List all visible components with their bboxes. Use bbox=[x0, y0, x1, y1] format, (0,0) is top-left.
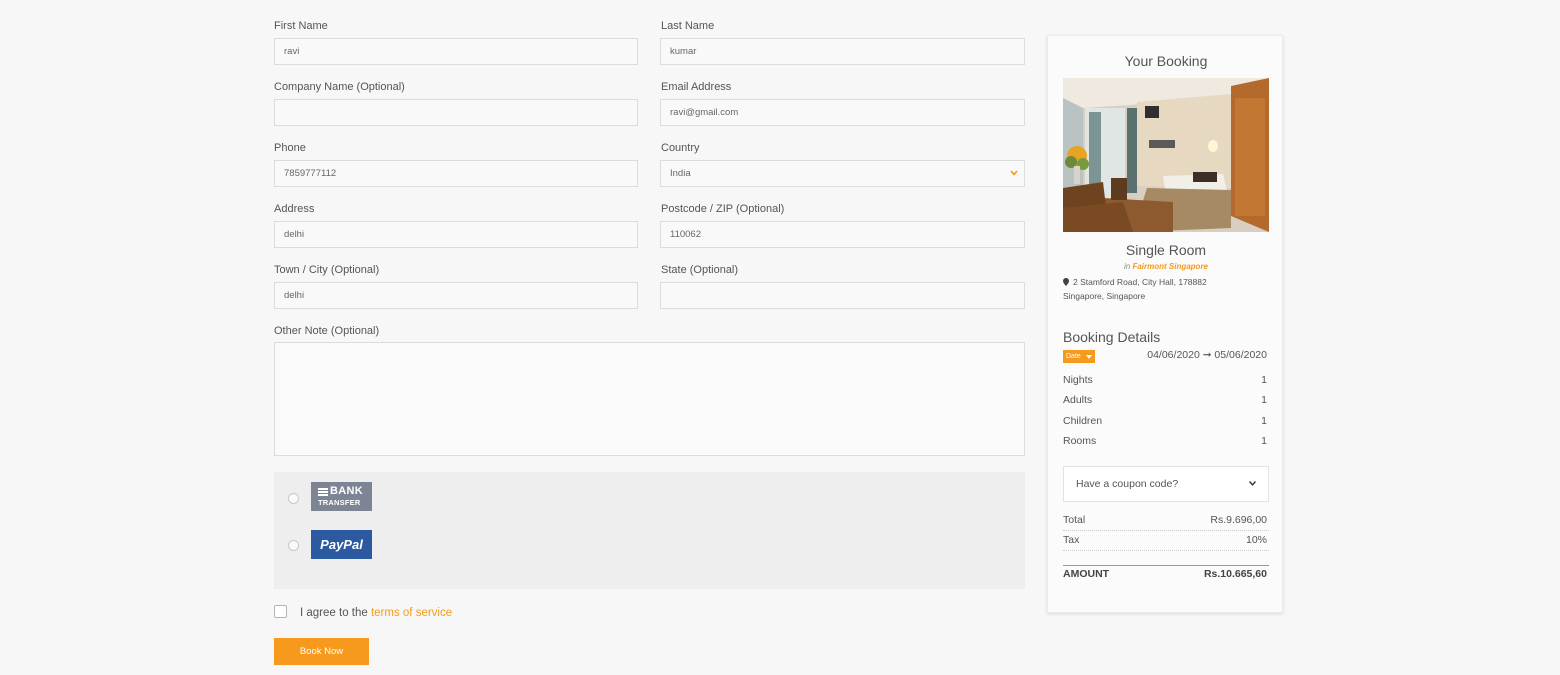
town-label: Town / City (Optional) bbox=[274, 264, 380, 276]
hotel-address: 2 Stamford Road, City Hall, 178882 Singa… bbox=[1063, 275, 1263, 303]
hotel-name[interactable]: Fairmont Singapore bbox=[1132, 262, 1208, 271]
terms-text: I agree to the terms of service bbox=[300, 607, 452, 619]
room-name: Single Room bbox=[1125, 242, 1207, 258]
payment-methods bbox=[274, 472, 1025, 589]
booking-dates: 04/06/2020 ➞ 05/06/2020 bbox=[1147, 349, 1267, 361]
phone-input[interactable]: 7859777112 bbox=[274, 160, 638, 187]
bank-logo-text: BANK bbox=[330, 485, 363, 497]
tax-label: Tax bbox=[1063, 534, 1080, 546]
bank-logo-subtext: TRANSFER bbox=[318, 498, 361, 507]
date-badge[interactable]: Date bbox=[1063, 350, 1095, 363]
address-line1: 2 Stamford Road, City Hall, 178882 bbox=[1073, 277, 1207, 287]
bank-icon bbox=[318, 488, 328, 496]
map-pin-icon bbox=[1063, 278, 1069, 286]
paypal-logo[interactable]: PayPal bbox=[311, 530, 372, 559]
total-value: Rs.9.696,00 bbox=[1210, 514, 1267, 526]
divider bbox=[1063, 550, 1269, 551]
amount-value: Rs.10.665,60 bbox=[1203, 568, 1267, 580]
first-name-input[interactable]: ravi bbox=[274, 38, 638, 65]
address-label: Address bbox=[274, 203, 315, 215]
last-name-input[interactable]: kumar bbox=[660, 38, 1025, 65]
postcode-label: Postcode / ZIP (Optional) bbox=[661, 203, 785, 215]
note-label: Other Note (Optional) bbox=[274, 325, 380, 337]
paypal-radio[interactable] bbox=[288, 540, 299, 551]
children-label: Children bbox=[1063, 415, 1103, 427]
rooms-label: Rooms bbox=[1063, 435, 1097, 447]
coupon-toggle[interactable]: Have a coupon code? bbox=[1063, 466, 1269, 502]
chevron-down-icon bbox=[1010, 170, 1018, 176]
company-input[interactable] bbox=[274, 99, 638, 126]
state-label: State (Optional) bbox=[661, 264, 739, 276]
tax-value: 10% bbox=[1245, 534, 1267, 546]
terms-prefix: I agree to the bbox=[300, 607, 371, 619]
terms-link[interactable]: terms of service bbox=[371, 607, 452, 619]
booking-details-title: Booking Details bbox=[1063, 329, 1161, 345]
phone-label: Phone bbox=[274, 142, 306, 154]
nights-value: 1 bbox=[1261, 374, 1267, 386]
children-value: 1 bbox=[1261, 415, 1267, 427]
address-input[interactable]: delhi bbox=[274, 221, 638, 248]
caret-down-icon bbox=[1086, 355, 1092, 359]
coupon-label: Have a coupon code? bbox=[1076, 478, 1179, 490]
rooms-value: 1 bbox=[1261, 435, 1267, 447]
last-name-label: Last Name bbox=[661, 20, 715, 32]
country-label: Country bbox=[661, 142, 700, 154]
room-photo bbox=[1063, 78, 1269, 232]
terms-checkbox[interactable] bbox=[274, 605, 287, 618]
divider bbox=[1063, 565, 1269, 566]
booking-title: Your Booking bbox=[1124, 53, 1208, 69]
bank-transfer-radio[interactable] bbox=[288, 493, 299, 504]
postcode-input[interactable]: 110062 bbox=[660, 221, 1025, 248]
total-label: Total bbox=[1063, 514, 1086, 526]
amount-label: AMOUNT bbox=[1063, 568, 1110, 580]
hotel-line: in Fairmont Singapore bbox=[1048, 262, 1284, 271]
date-badge-label: Date bbox=[1066, 353, 1081, 360]
country-value: India bbox=[670, 168, 691, 179]
nights-label: Nights bbox=[1063, 374, 1093, 386]
company-label: Company Name (Optional) bbox=[274, 81, 405, 93]
state-input[interactable] bbox=[660, 282, 1025, 309]
adults-label: Adults bbox=[1063, 394, 1093, 406]
note-textarea[interactable] bbox=[274, 342, 1025, 456]
divider bbox=[1063, 530, 1269, 531]
first-name-label: First Name bbox=[274, 20, 328, 32]
bank-transfer-logo[interactable]: BANK TRANSFER bbox=[311, 482, 372, 511]
booking-summary: Your Booking Single Room in Fairmont Sin… bbox=[1047, 35, 1283, 613]
chevron-down-icon bbox=[1249, 481, 1256, 486]
email-input[interactable]: ravi@gmail.com bbox=[660, 99, 1025, 126]
book-now-button[interactable]: Book Now bbox=[274, 638, 369, 665]
country-select[interactable]: India bbox=[660, 160, 1025, 187]
town-input[interactable]: delhi bbox=[274, 282, 638, 309]
adults-value: 1 bbox=[1261, 394, 1267, 406]
email-label: Email Address bbox=[661, 81, 732, 93]
address-line2: Singapore, Singapore bbox=[1063, 291, 1146, 301]
